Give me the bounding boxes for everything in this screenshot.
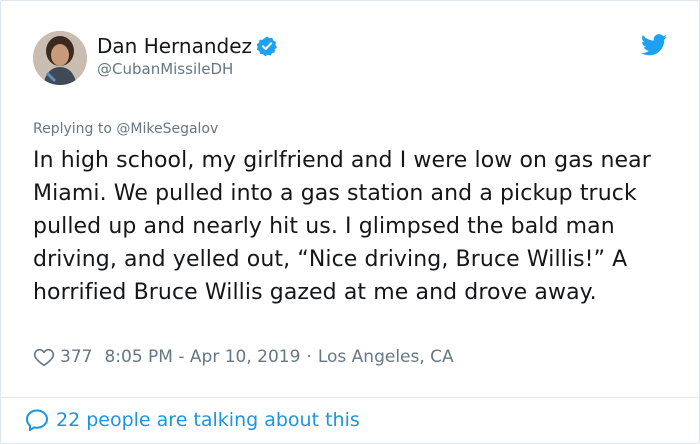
meta-separator: · bbox=[306, 347, 312, 367]
speech-bubble-icon bbox=[26, 409, 48, 431]
like-count[interactable]: 377 bbox=[60, 347, 92, 367]
twitter-bird-icon[interactable] bbox=[641, 34, 667, 56]
user-handle[interactable]: @CubanMissileDH bbox=[97, 60, 233, 78]
tweet-text: In high school, my girlfriend and I were… bbox=[33, 148, 651, 305]
heart-icon[interactable] bbox=[33, 346, 55, 368]
tweet-header: Dan Hernandez @CubanMissileDH bbox=[33, 31, 673, 91]
display-name[interactable]: Dan Hernandez bbox=[97, 34, 252, 58]
conversation-link[interactable]: 22 people are talking about this bbox=[25, 406, 360, 434]
replying-to: Replying to @MikeSegalov bbox=[33, 121, 218, 137]
avatar[interactable] bbox=[33, 31, 87, 85]
tweet-location[interactable]: Los Angeles, CA bbox=[318, 347, 454, 367]
tweet-timestamp[interactable]: 8:05 PM - Apr 10, 2019 bbox=[104, 347, 300, 367]
replying-prefix: Replying to bbox=[33, 121, 112, 137]
reply-mention-link[interactable]: @MikeSegalov bbox=[116, 121, 218, 137]
name-row: Dan Hernandez bbox=[97, 33, 278, 59]
divider bbox=[1, 397, 699, 398]
conversation-label[interactable]: 22 people are talking about this bbox=[56, 409, 360, 431]
tweet-meta: 377 8:05 PM - Apr 10, 2019 · Los Angeles… bbox=[33, 344, 454, 370]
tweet-card: Dan Hernandez @CubanMissileDH Replying t… bbox=[0, 0, 700, 444]
verified-badge-icon bbox=[256, 36, 277, 57]
